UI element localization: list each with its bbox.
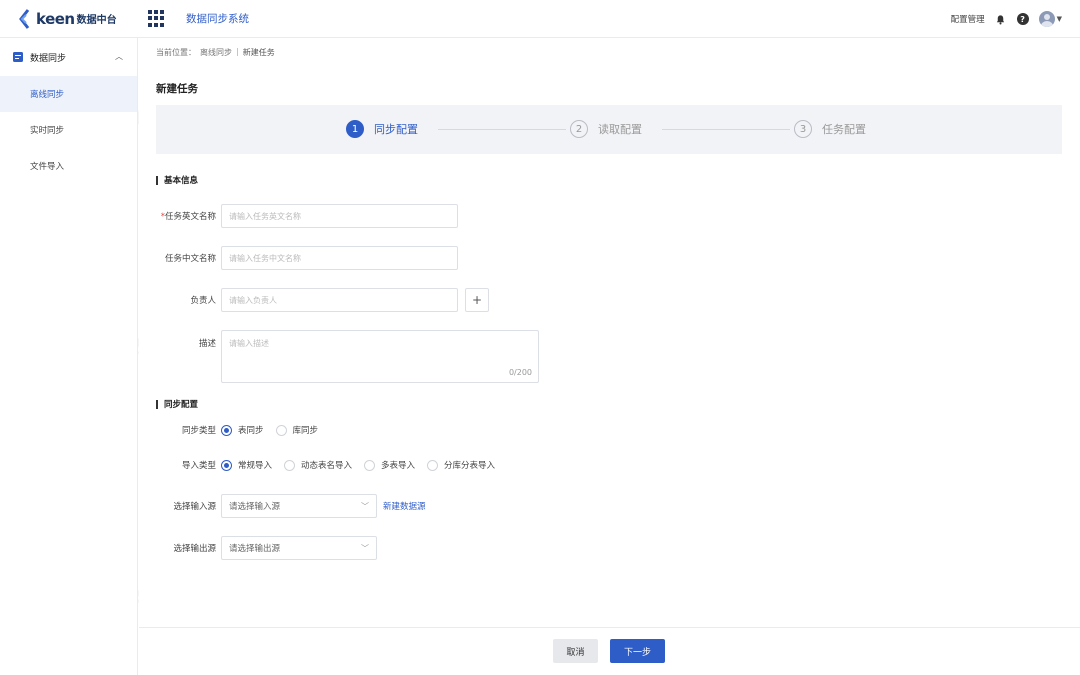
input-source-label: 选择输入源 bbox=[173, 502, 216, 512]
radio-label: 表同步 bbox=[238, 426, 264, 436]
new-datasource-link[interactable]: 新建数据源 bbox=[383, 500, 426, 512]
desc-textarea[interactable]: 请输入描述 0/200 bbox=[221, 330, 539, 383]
radio-dot bbox=[364, 459, 376, 471]
sidebar-item-offline-sync[interactable]: 离线同步 bbox=[0, 76, 137, 112]
avatar bbox=[1038, 11, 1055, 27]
radio-db-sync[interactable]: 库同步 bbox=[275, 424, 319, 436]
en-name-label-text: 任务英文名称 bbox=[164, 212, 216, 222]
step-connector bbox=[438, 129, 566, 130]
desc-label: 描述 bbox=[198, 339, 216, 349]
step-label: 同步配置 bbox=[374, 123, 418, 136]
cn-name-placeholder: 请输入任务中文名称 bbox=[229, 253, 301, 263]
logo[interactable]: keen 数据中台 bbox=[18, 8, 138, 29]
sync-type-label: 同步类型 bbox=[181, 426, 216, 436]
breadcrumb-parent[interactable]: 离线同步 bbox=[200, 47, 232, 58]
sidebar-item-file-import[interactable]: 文件导入 bbox=[0, 148, 137, 184]
radio-multi-table-import[interactable]: 多表导入 bbox=[364, 459, 415, 471]
steps-bar: 1 同步配置 2 读取配置 3 任务配置 bbox=[156, 105, 1062, 154]
header-actions: 配置管理 ? ▼ bbox=[951, 0, 1062, 38]
radio-label: 常规导入 bbox=[238, 461, 273, 471]
owner-input[interactable]: 请输入负责人 bbox=[221, 288, 458, 312]
sidebar-group-label: 数据同步 bbox=[30, 53, 67, 64]
radio-dynamic-table-import[interactable]: 动态表名导入 bbox=[284, 459, 352, 471]
en-name-placeholder: 请输入任务英文名称 bbox=[229, 211, 301, 221]
sidebar-group-data-sync[interactable]: 数据同步 ︿ bbox=[0, 38, 137, 76]
logo-subtitle: 数据中台 bbox=[76, 15, 117, 26]
step-number: 2 bbox=[570, 120, 588, 138]
caret-down-icon: ▼ bbox=[1056, 15, 1062, 23]
page-title: 新建任务 bbox=[156, 83, 198, 95]
sidebar-item-realtime-sync[interactable]: 实时同步 bbox=[0, 112, 137, 148]
breadcrumb: 当前位置： 离线同步 | 新建任务 bbox=[156, 47, 275, 58]
top-header: keen 数据中台 数据同步系统 配置管理 ? ▼ bbox=[0, 0, 1080, 38]
radio-regular-import[interactable]: 常规导入 bbox=[221, 459, 272, 471]
breadcrumb-prefix: 当前位置： bbox=[156, 48, 196, 57]
radio-dot bbox=[284, 459, 296, 471]
import-type-radio-group: 常规导入 动态表名导入 多表导入 分库分表导入 bbox=[221, 457, 507, 473]
radio-dot bbox=[275, 424, 287, 436]
step-label: 任务配置 bbox=[822, 123, 866, 136]
desc-char-counter: 0/200 bbox=[508, 368, 532, 377]
step-2: 2 读取配置 bbox=[570, 120, 642, 138]
config-management-link[interactable]: 配置管理 bbox=[951, 13, 985, 25]
breadcrumb-current: 新建任务 bbox=[242, 48, 275, 57]
help-icon[interactable]: ? bbox=[1016, 13, 1029, 25]
next-step-button[interactable]: 下一步 bbox=[610, 639, 665, 663]
import-type-label: 导入类型 bbox=[181, 461, 216, 471]
en-name-input[interactable]: 请输入任务英文名称 bbox=[221, 204, 458, 228]
en-name-label: *任务英文名称 bbox=[139, 210, 216, 222]
logo-text: keen bbox=[36, 9, 75, 28]
bell-icon[interactable] bbox=[995, 13, 1007, 25]
owner-label: 负责人 bbox=[190, 296, 216, 306]
input-source-placeholder: 请选择输入源 bbox=[229, 502, 281, 512]
sync-type-radio-group: 表同步 库同步 bbox=[221, 422, 330, 438]
add-owner-button[interactable]: + bbox=[465, 288, 489, 312]
owner-placeholder: 请输入负责人 bbox=[229, 295, 277, 305]
cn-name-label: 任务中文名称 bbox=[164, 254, 216, 264]
desc-placeholder: 请输入描述 bbox=[229, 339, 269, 348]
radio-sharding-import[interactable]: 分库分表导入 bbox=[427, 459, 495, 471]
keen-logo-icon bbox=[19, 8, 30, 29]
sidebar: 数据同步 ︿ 离线同步 实时同步 文件导入 bbox=[0, 38, 138, 675]
apps-grid-icon[interactable] bbox=[148, 10, 165, 27]
radio-dot bbox=[221, 459, 232, 471]
system-title[interactable]: 数据同步系统 bbox=[186, 11, 249, 26]
output-source-label: 选择输出源 bbox=[173, 544, 216, 554]
radio-label: 库同步 bbox=[292, 426, 319, 436]
cn-name-input[interactable]: 请输入任务中文名称 bbox=[221, 246, 458, 270]
radio-dot bbox=[221, 424, 232, 436]
radio-label: 动态表名导入 bbox=[301, 461, 353, 471]
user-menu[interactable]: ▼ bbox=[1038, 11, 1062, 27]
step-1: 1 同步配置 bbox=[346, 120, 418, 138]
radio-label: 分库分表导入 bbox=[444, 461, 496, 471]
step-3: 3 任务配置 bbox=[794, 120, 866, 138]
output-source-select[interactable]: 请选择输出源 ﹀ bbox=[221, 536, 377, 560]
radio-table-sync[interactable]: 表同步 bbox=[221, 424, 264, 436]
section-title-sync-config: 同步配置 bbox=[156, 398, 198, 410]
section-title-basic-info: 基本信息 bbox=[156, 174, 198, 186]
chevron-up-icon: ︿ bbox=[115, 52, 123, 61]
step-connector bbox=[662, 129, 790, 130]
output-source-placeholder: 请选择输出源 bbox=[229, 544, 281, 554]
document-icon bbox=[13, 52, 23, 62]
cancel-button[interactable]: 取消 bbox=[553, 639, 598, 663]
main-content: 当前位置： 离线同步 | 新建任务 新建任务 1 同步配置 2 读取配置 3 任… bbox=[139, 38, 1080, 675]
form-footer: 取消 下一步 bbox=[139, 627, 1080, 675]
chevron-down-icon: ﹀ bbox=[361, 544, 369, 553]
step-number: 3 bbox=[794, 120, 812, 138]
breadcrumb-separator: | bbox=[236, 47, 239, 56]
step-number: 1 bbox=[346, 120, 364, 138]
input-source-select[interactable]: 请选择输入源 ﹀ bbox=[221, 494, 377, 518]
radio-label: 多表导入 bbox=[381, 461, 416, 471]
step-label: 读取配置 bbox=[598, 123, 642, 136]
chevron-down-icon: ﹀ bbox=[361, 502, 369, 511]
radio-dot bbox=[427, 459, 439, 471]
